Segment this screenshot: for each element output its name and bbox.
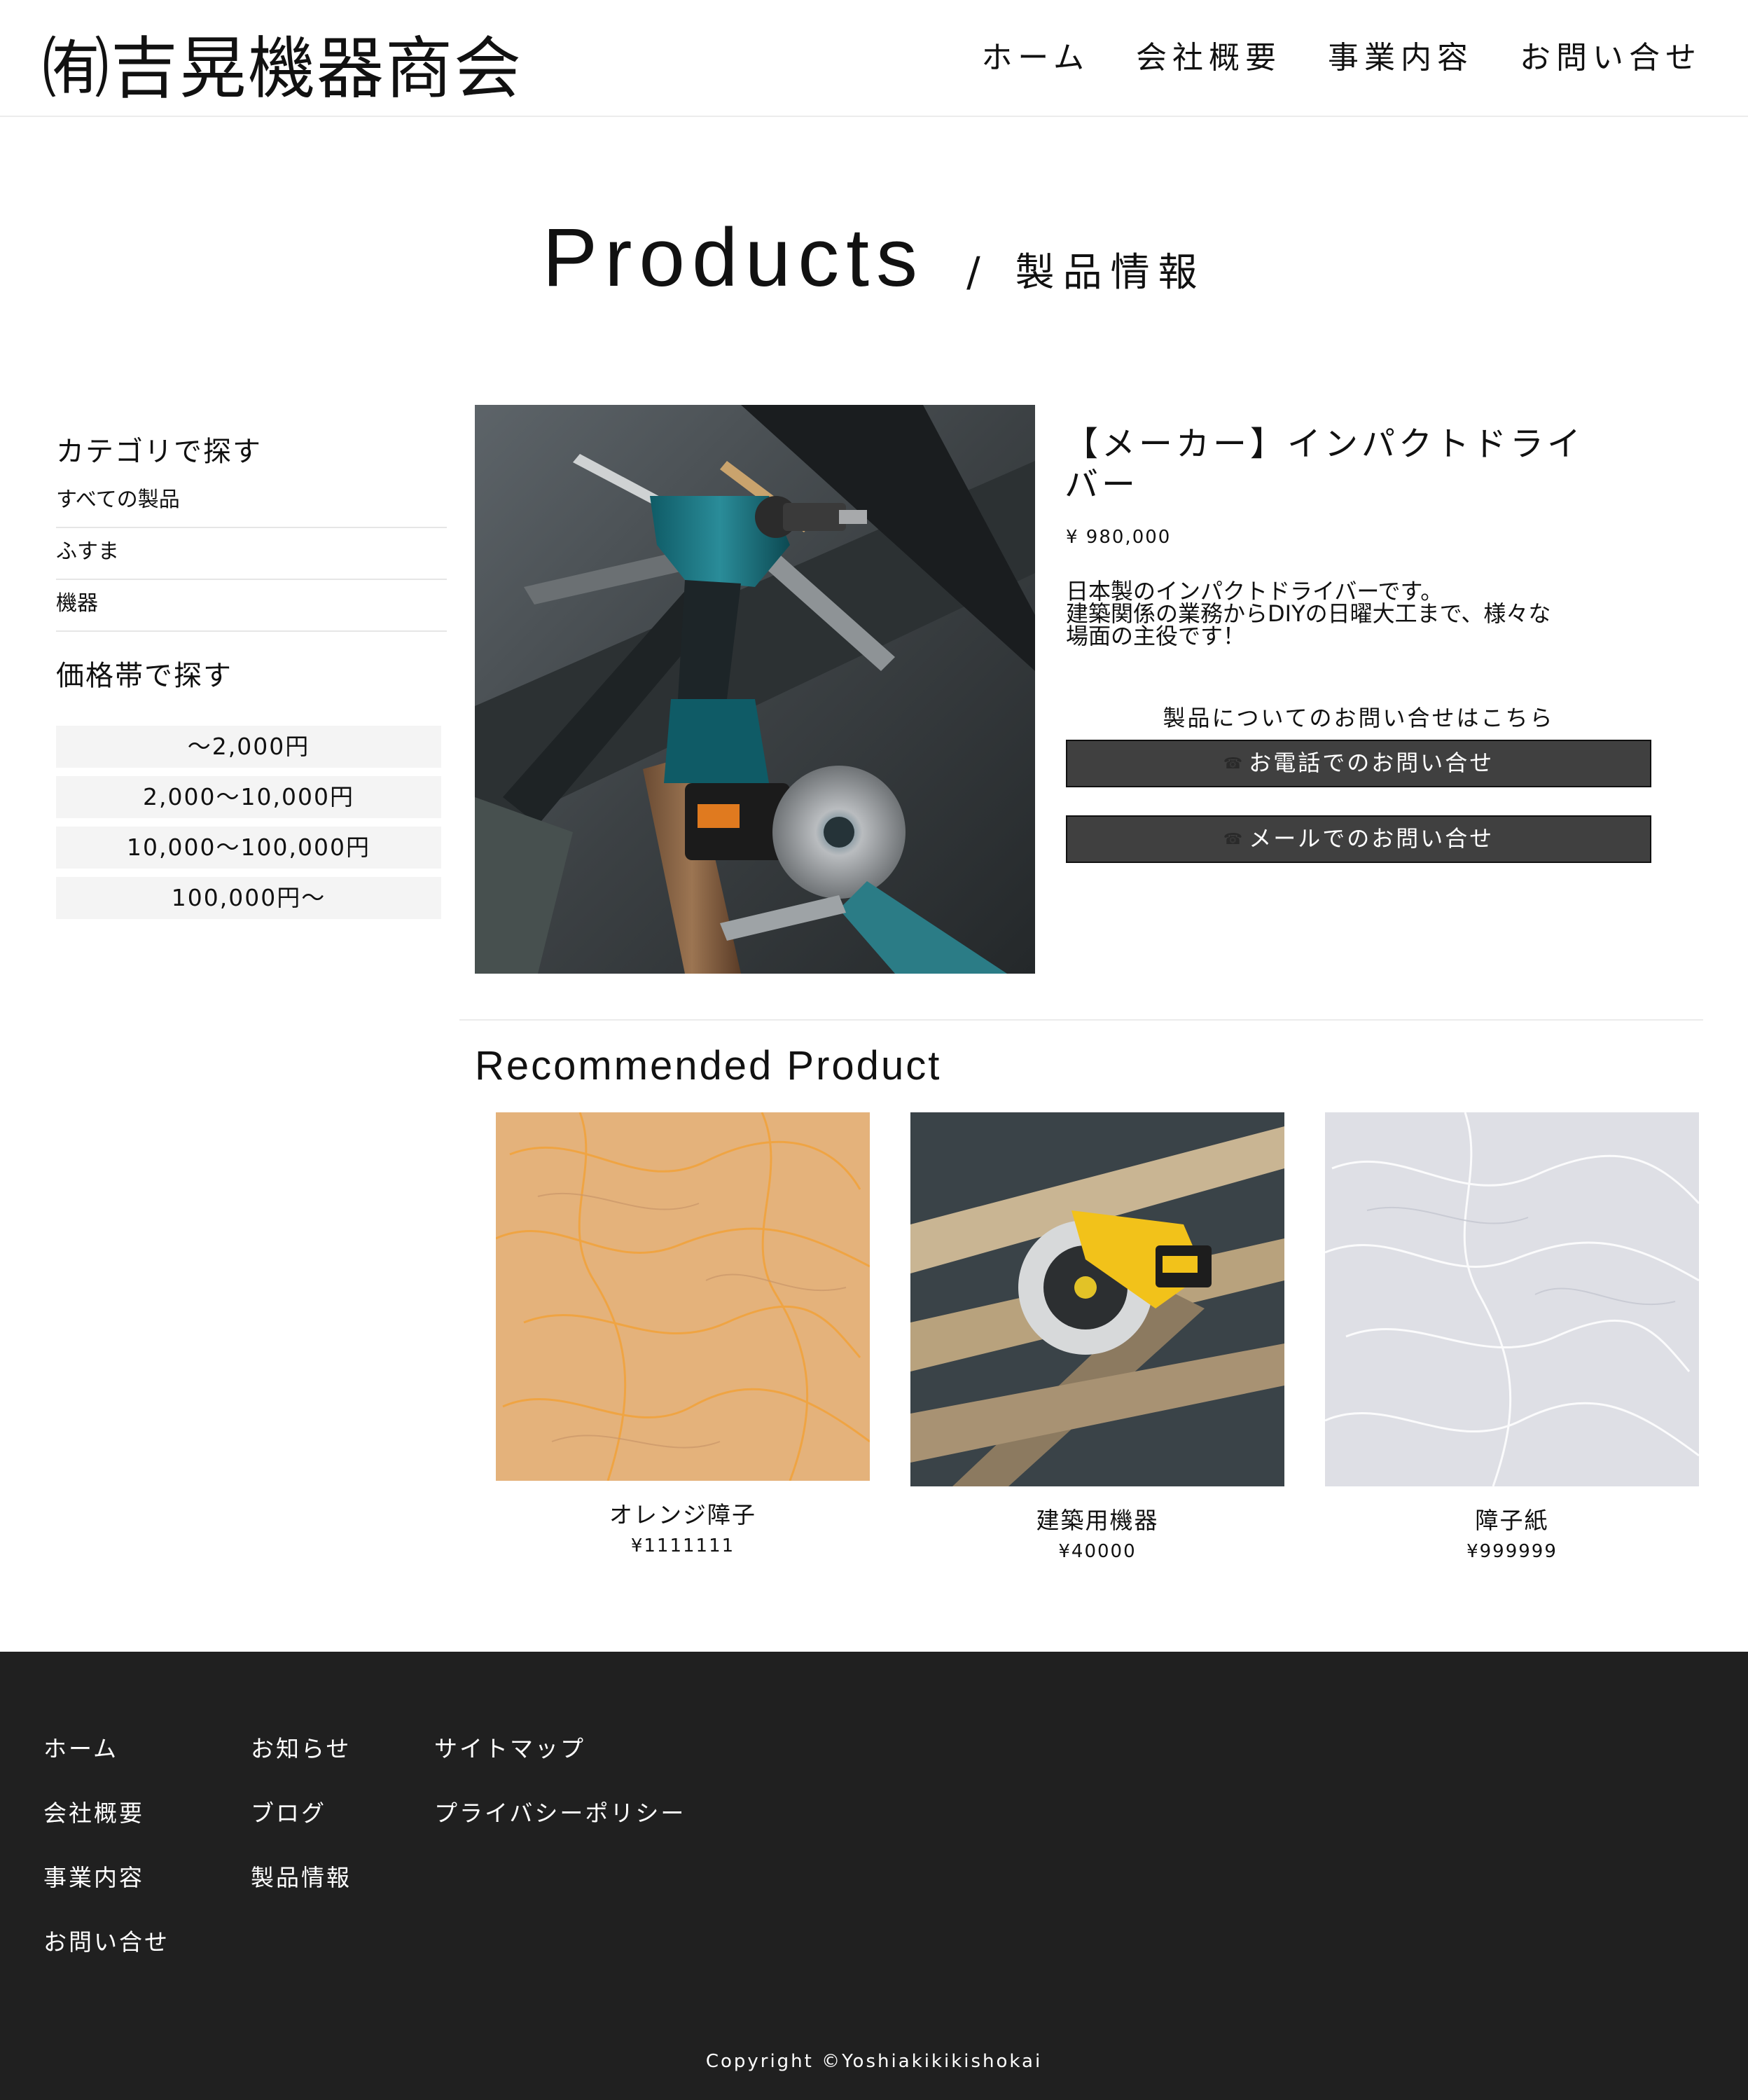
footer-link-contact[interactable]: お問い合せ [43,1923,169,1988]
footer-link-company[interactable]: 会社概要 [43,1795,169,1859]
recommended-name[interactable]: 障子紙 [1325,1502,1699,1535]
page-title-separator: / [966,248,980,296]
product-title: 【メーカー】インパクトドライバー [1064,424,1585,504]
description-line: 場面の主役です！ [1066,623,1246,649]
page-title-jp: 製品情報 [1015,250,1206,296]
copyright: Copyright ©Yoshiakikikishokai [705,2051,1043,2072]
site-header: ㈲吉晃機器商会 ホーム 会社概要 事業内容 お問い合せ [0,0,1748,117]
phone-inquiry-label: お電話でのお問い合せ [1249,749,1494,776]
product-price: ¥ 980,000 [1066,527,1172,548]
footer-column: サイトマップ プライバシーポリシー [434,1730,686,1859]
product-thumbnail[interactable] [1325,1112,1699,1486]
nav-home[interactable]: ホーム [981,32,1090,77]
footer-link-products[interactable]: 製品情報 [251,1859,352,1923]
footer-link-news[interactable]: お知らせ [251,1730,352,1795]
footer-link-home[interactable]: ホーム [43,1730,169,1795]
product-thumbnail[interactable] [496,1112,870,1481]
recommended-name[interactable]: オレンジ障子 [496,1496,870,1530]
description-line: 建築関係の業務からDIYの日曜大工まで、様々な [1066,600,1551,627]
price-range-4[interactable]: 100,000円〜 [56,877,441,919]
recommended-price: ¥40000 [1058,1541,1137,1562]
site-footer: ホーム 会社概要 事業内容 お問い合せ お知らせ ブログ 製品情報 サイトマップ… [0,1652,1748,2100]
mail-inquiry-label: メールでのお問い合せ [1249,825,1494,852]
recommended-price: ¥1111111 [630,1535,735,1556]
recommended-card[interactable]: 障子紙 ¥999999 [1325,1112,1699,1562]
page-title-en: Products [542,212,925,304]
recommended-heading: Recommended Product [475,1043,942,1089]
product-image [475,405,1035,974]
price-range-3[interactable]: 10,000〜100,000円 [56,827,441,869]
category-all[interactable]: すべての製品 [56,476,447,528]
product-description: 日本製のインパクトドライバーです。 建築関係の業務からDIYの日曜大工まで、様々… [1066,580,1612,647]
category-heading: カテゴリで探す [56,436,262,468]
category-fusuma[interactable]: ふすま [56,528,447,580]
recommended-name[interactable]: 建築用機器 [910,1502,1284,1535]
inquiry-label: 製品についてのお問い合せはこちら [1163,705,1555,731]
sidebar: カテゴリで探す すべての製品 ふすま 機器 価格帯で探す 〜2,000円 2,0… [56,427,447,927]
phone-icon: ☎ [1223,831,1245,848]
price-range-1[interactable]: 〜2,000円 [56,726,441,768]
price-heading: 価格帯で探す [56,660,233,692]
page-title: Products / 製品情報 [0,210,1748,305]
recommended-card[interactable]: 建築用機器 ¥40000 [910,1112,1284,1562]
nav-business[interactable]: 事業内容 [1328,32,1473,77]
nav-contact[interactable]: お問い合せ [1520,32,1702,77]
footer-link-blog[interactable]: ブログ [251,1795,352,1859]
footer-link-sitemap[interactable]: サイトマップ [434,1730,686,1795]
description-line: 日本製のインパクトドライバーです。 [1066,578,1443,605]
footer-column: お知らせ ブログ 製品情報 [251,1730,352,1923]
footer-column: ホーム 会社概要 事業内容 お問い合せ [43,1730,169,1988]
nav-company[interactable]: 会社概要 [1136,32,1282,77]
site-logo[interactable]: ㈲吉晃機器商会 [42,14,522,111]
product-thumbnail[interactable] [910,1112,1284,1486]
phone-icon: ☎ [1223,755,1245,773]
category-machines[interactable]: 機器 [56,580,447,632]
recommended-price: ¥999999 [1466,1541,1558,1562]
price-range-2[interactable]: 2,000〜10,000円 [56,776,441,818]
footer-link-privacy[interactable]: プライバシーポリシー [434,1795,686,1859]
mail-inquiry-button[interactable]: ☎ メールでのお問い合せ [1066,815,1651,863]
main-nav: ホーム 会社概要 事業内容 お問い合せ [981,32,1702,77]
recommended-card[interactable]: オレンジ障子 ¥1111111 [496,1112,870,1556]
footer-link-business[interactable]: 事業内容 [43,1859,169,1923]
section-divider [459,1019,1703,1021]
phone-inquiry-button[interactable]: ☎ お電話でのお問い合せ [1066,740,1651,787]
